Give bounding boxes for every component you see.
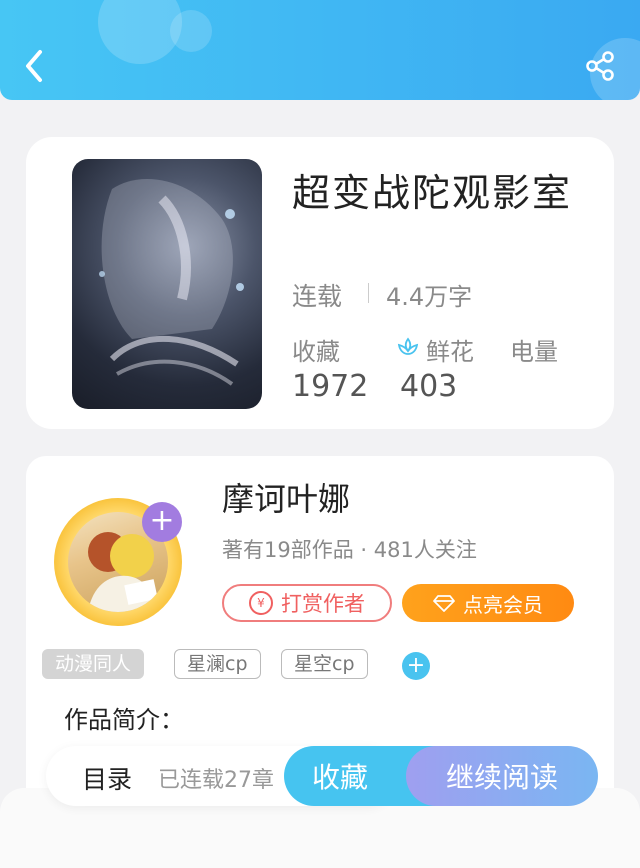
book-title: 超变战陀观影室 xyxy=(292,171,573,215)
toc-progress: 已连载27章 xyxy=(158,768,274,793)
back-icon[interactable] xyxy=(18,46,52,86)
vip-label: 点亮会员 xyxy=(463,592,543,617)
power-count-label[interactable]: 电量 xyxy=(510,332,558,367)
author-name[interactable]: 摩诃叶娜 xyxy=(222,474,350,520)
toc-label: 目录 xyxy=(82,765,133,794)
header-bar xyxy=(0,0,640,100)
book-info-card: 超变战陀观影室 连载 4.4万字 收藏 1972 鲜花 403 电量 xyxy=(26,137,614,429)
flower-icon xyxy=(397,337,419,355)
intro-heading: 作品简介： xyxy=(64,706,184,734)
tag-doujin[interactable]: 动漫同人 xyxy=(42,649,145,679)
tag-xingkong-cp[interactable]: 星空cp xyxy=(281,649,368,679)
tip-author-button[interactable]: ¥ 打赏作者 xyxy=(222,584,392,622)
collect-count-label: 收藏 xyxy=(292,338,340,366)
tag-xinglan-cp[interactable]: 星澜cp xyxy=(174,649,261,679)
add-tag-button[interactable]: + xyxy=(402,652,430,680)
collect-count-value: 1972 xyxy=(292,369,369,404)
book-status: 连载 xyxy=(292,282,343,311)
diamond-icon xyxy=(433,595,455,612)
flower-count-label[interactable]: 鲜花 xyxy=(426,332,474,367)
follow-author-button[interactable]: + xyxy=(142,502,182,542)
share-icon[interactable] xyxy=(583,49,617,83)
flower-count-value: 403 xyxy=(400,369,458,404)
continue-reading-button[interactable]: 继续阅读 xyxy=(406,746,598,806)
tip-author-label: 打赏作者 xyxy=(281,592,365,616)
divider xyxy=(368,283,369,303)
word-count: 4.4万字 xyxy=(386,283,473,311)
decor-bubble xyxy=(170,10,212,52)
vip-button[interactable]: 点亮会员 xyxy=(402,584,574,622)
author-info: 著有19部作品 · 481人关注 xyxy=(222,538,477,562)
yen-icon: ¥ xyxy=(249,591,273,615)
book-cover[interactable] xyxy=(72,159,262,409)
